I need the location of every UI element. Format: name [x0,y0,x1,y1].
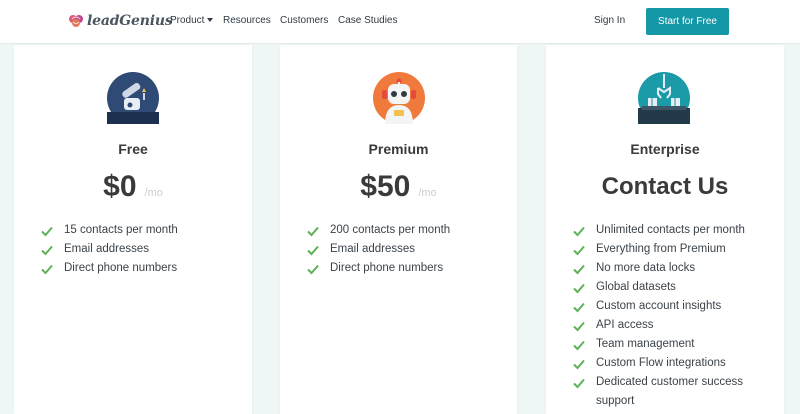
caret-down-icon [207,18,214,22]
plan-name: Enterprise [630,141,700,157]
feature-item: 15 contacts per month [41,221,178,240]
check-icon [573,226,585,237]
check-icon [41,226,53,237]
feature-text: Email addresses [64,243,150,255]
check-icon [307,226,319,237]
feature-text: Dedicated customer success support [596,376,744,407]
check-icon [41,264,53,275]
logo[interactable]: leadGenius [68,11,173,31]
start-free-button[interactable]: Start for Free [646,8,729,35]
site-header: leadGenius Product Resources Customers C… [0,0,800,44]
feature-text: Email addresses [330,243,416,255]
feature-text: No more data locks [596,262,696,274]
feature-item: Custom Flow integrations [573,354,763,373]
feature-item: 200 contacts per month [307,221,450,240]
plan-card-enterprise: Enterprise Contact Us Unlimited contacts… [546,45,784,414]
plan-card-premium: Premium $50/mo 200 contacts per month Em… [280,45,517,414]
feature-text: Unlimited contacts per month [596,224,745,236]
feature-text: 200 contacts per month [330,224,451,236]
check-icon [573,245,585,256]
price-row: $0/mo [14,170,252,204]
feature-item: Unlimited contacts per month [573,221,763,240]
nav-product[interactable]: Product [170,15,214,26]
check-icon [573,378,585,389]
nav-case-studies[interactable]: Case Studies [338,15,397,26]
brain-icon [69,15,83,27]
sign-in-link[interactable]: Sign In [594,15,625,26]
feature-item: Email addresses [41,240,178,259]
price-period: /mo [144,187,163,199]
check-icon [573,264,585,275]
check-icon [573,321,585,332]
feature-item: Dedicated customer success support [573,373,763,411]
feature-list: Unlimited contacts per month Everything … [573,221,763,411]
price: $50 [360,170,411,203]
feature-text: Everything from Premium [596,243,726,255]
check-icon [307,264,319,275]
feature-text: Direct phone numbers [330,262,444,274]
feature-list: 200 contacts per month Email addresses D… [307,221,450,278]
feature-item: Global datasets [573,278,763,297]
nav-resources[interactable]: Resources [223,15,271,26]
price: $0 [103,170,137,203]
check-icon [41,245,53,256]
feature-item: Email addresses [307,240,450,259]
feature-item: No more data locks [573,259,763,278]
feature-text: 15 contacts per month [64,224,178,236]
feature-text: Custom Flow integrations [596,357,726,369]
feature-item: Direct phone numbers [41,259,178,278]
start-free-label: Start for Free [658,16,717,27]
feature-item: API access [573,316,763,335]
price-row: $50/mo [280,170,517,204]
check-icon [573,283,585,294]
nav-customers[interactable]: Customers [280,15,328,26]
plan-name: Free [118,141,148,157]
feature-text: Team management [596,338,695,350]
check-icon [573,340,585,351]
feature-text: Custom account insights [596,300,722,312]
price-period: /mo [418,187,437,199]
check-icon [573,359,585,370]
feature-text: API access [596,319,654,331]
feature-text: Global datasets [596,281,676,293]
logo-text: leadGenius [87,13,173,29]
robot-arm-icon [638,72,690,124]
plan-name: Premium [368,141,429,157]
feature-item: Team management [573,335,763,354]
telescope-icon [107,72,159,124]
feature-item: Custom account insights [573,297,763,316]
feature-list: 15 contacts per month Email addresses Di… [41,221,178,278]
check-icon [573,302,585,313]
feature-text: Direct phone numbers [64,262,178,274]
nav-product-label: Product [170,15,205,26]
robot-icon [373,72,425,124]
contact-us: Contact Us [601,173,729,200]
plan-card-free: Free $0/mo 15 contacts per month Email a… [14,45,252,414]
feature-item: Everything from Premium [573,240,763,259]
check-icon [307,245,319,256]
feature-item: Direct phone numbers [307,259,450,278]
